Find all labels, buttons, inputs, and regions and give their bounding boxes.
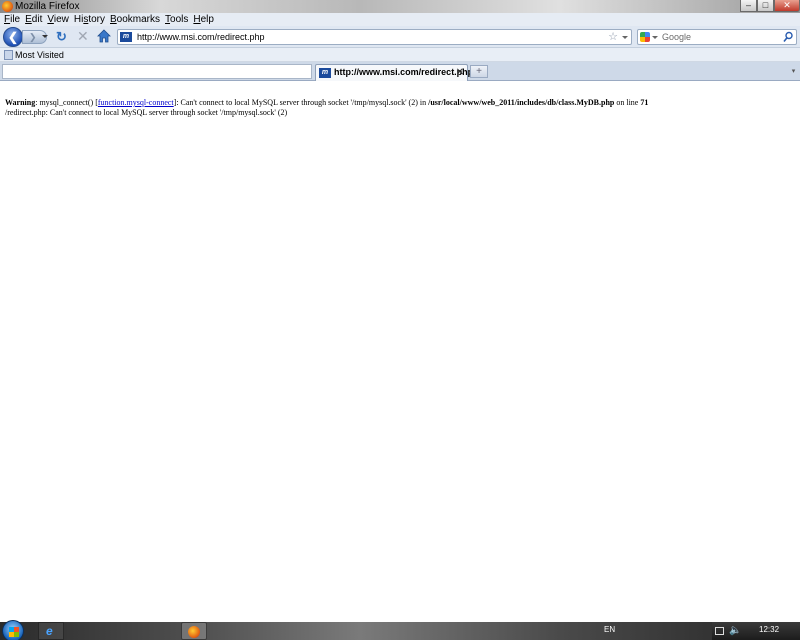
menu-help[interactable]: Help xyxy=(192,13,218,26)
bookmark-folder-icon xyxy=(4,50,13,60)
menu-file[interactable]: File xyxy=(3,13,24,26)
taskbar: e EN 🔈 12:32 xyxy=(0,620,800,640)
url-bar[interactable]: m http://www.msi.com/redirect.php ☆ xyxy=(117,29,632,45)
search-icon[interactable] xyxy=(783,31,793,43)
home-icon[interactable] xyxy=(97,29,111,43)
tab-close-icon[interactable]: ✕ xyxy=(456,66,464,79)
system-tray: 🔈 12:32 xyxy=(712,622,800,640)
engine-dropdown-icon[interactable] xyxy=(652,36,658,39)
close-button[interactable]: ✕ xyxy=(774,0,800,12)
minimize-button[interactable]: – xyxy=(740,0,757,12)
bookmark-most-visited[interactable]: Most Visited xyxy=(15,48,64,62)
warning-label: Warning xyxy=(5,98,36,107)
error-line-1: Warning: mysql_connect() [function.mysql… xyxy=(5,98,649,107)
start-button[interactable] xyxy=(2,620,24,640)
reload-icon[interactable]: ↻ xyxy=(56,29,67,44)
network-icon[interactable] xyxy=(715,627,724,635)
navigation-toolbar: ❮ ❯ ↻ ✕ m http://www.msi.com/redirect.ph… xyxy=(0,26,800,48)
windows-logo-icon xyxy=(9,627,19,637)
firefox-icon xyxy=(2,1,13,12)
taskbar-internet-explorer[interactable]: e xyxy=(38,622,64,640)
error-file-path: /usr/local/www/web_2011/includes/db/clas… xyxy=(428,98,615,107)
tab-strip-empty-area xyxy=(2,64,312,79)
back-button[interactable]: ❮ xyxy=(3,27,23,47)
url-text[interactable]: http://www.msi.com/redirect.php xyxy=(137,31,265,44)
error-line-number: 71 xyxy=(640,98,649,107)
function-doc-link[interactable]: function.mysql-connect xyxy=(98,98,174,107)
search-input[interactable]: Google xyxy=(662,31,691,44)
tab-active[interactable]: m http://www.msi.com/redirect.php ✕ xyxy=(315,64,473,81)
maximize-button[interactable]: □ xyxy=(757,0,774,12)
search-bar[interactable]: Google xyxy=(637,29,797,45)
stop-icon[interactable]: ✕ xyxy=(77,28,89,44)
menu-view[interactable]: View xyxy=(46,13,73,26)
window-controls: – □ ✕ xyxy=(740,0,800,13)
page-content: Warning: mysql_connect() [function.mysql… xyxy=(0,82,800,622)
language-indicator[interactable]: EN xyxy=(604,624,615,636)
menu-tools[interactable]: Tools xyxy=(164,13,192,26)
menu-history[interactable]: History xyxy=(73,13,109,26)
window-title: Mozilla Firefox xyxy=(15,1,80,12)
site-favicon-icon: m xyxy=(120,32,132,42)
menu-bookmarks[interactable]: Bookmarks xyxy=(109,13,164,26)
tab-favicon-icon: m xyxy=(319,68,331,78)
internet-explorer-icon: e xyxy=(46,624,53,638)
bookmark-star-icon[interactable]: ☆ xyxy=(608,30,618,44)
url-dropdown-icon[interactable] xyxy=(622,36,628,39)
error-line-2: /redirect.php: Can't connect to local My… xyxy=(5,108,288,117)
history-dropdown-icon[interactable] xyxy=(42,35,48,38)
menu-bar: File Edit View History Bookmarks Tools H… xyxy=(0,13,800,26)
google-engine-icon[interactable] xyxy=(640,32,650,42)
tab-bar: m http://www.msi.com/redirect.php ✕ + ▾ xyxy=(0,62,800,81)
volume-icon[interactable]: 🔈 xyxy=(729,624,741,637)
title-bar: Mozilla Firefox – □ ✕ xyxy=(0,0,800,13)
clock[interactable]: 12:32 xyxy=(759,624,779,636)
new-tab-button[interactable]: + xyxy=(470,65,488,78)
taskbar-firefox[interactable] xyxy=(181,622,207,640)
tab-title: http://www.msi.com/redirect.php xyxy=(334,67,474,77)
bookmarks-toolbar: Most Visited xyxy=(0,48,800,62)
firefox-taskbar-icon xyxy=(188,626,200,638)
menu-edit[interactable]: Edit xyxy=(24,13,46,26)
tab-list-icon[interactable]: ▾ xyxy=(789,66,798,77)
